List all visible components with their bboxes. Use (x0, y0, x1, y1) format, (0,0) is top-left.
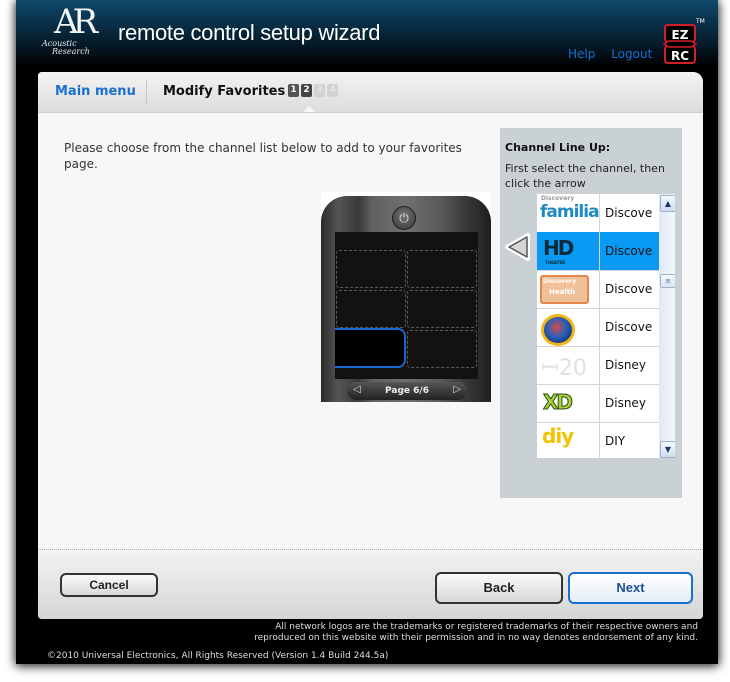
button-bar: Cancel Back Next (38, 550, 703, 619)
remote-body: ⏻ ◁ Page 6/6 ▷ (321, 196, 491, 402)
scroll-thumb[interactable]: ≡ (660, 274, 675, 288)
tab-main-menu[interactable]: Main menu (55, 84, 136, 99)
scroll-up-icon[interactable]: ▲ (660, 195, 675, 212)
favorite-slot-4[interactable] (407, 290, 477, 328)
step-indicator: 1 2 3 4 (288, 84, 338, 97)
favorite-slot-3[interactable] (336, 290, 406, 328)
channel-name: Disney (605, 358, 646, 372)
copyright-text: ©2010 Universal Electronics, All Rights … (47, 651, 389, 661)
ezrc-top-text: EZ (672, 28, 689, 42)
cancel-button[interactable]: Cancel (60, 573, 158, 597)
instructions-text: Please choose from the channel list belo… (64, 141, 462, 171)
channel-list-scrollbar[interactable]: ▲ ≡ ▼ (659, 194, 675, 458)
channel-logo: Discovery familia (537, 194, 600, 232)
channel-logo: XD (537, 384, 600, 422)
back-button[interactable]: Back (435, 572, 563, 604)
channel-row[interactable]: Discovery Health Discove (537, 270, 659, 309)
tab-modify-favorites: Modify Favorites (163, 84, 286, 99)
wizard-panel: Main menu Modify Favorites 1 2 3 4 Pleas… (38, 72, 703, 619)
left-arrow-icon[interactable] (504, 233, 532, 261)
step-1: 1 (288, 84, 299, 97)
favorite-slot-1[interactable] (336, 250, 406, 288)
logo-monogram: AR (54, 2, 98, 42)
channel-logo: ꟷ20 (537, 346, 600, 384)
app-window: AR Acoustic Research remote control setu… (16, 0, 718, 664)
step-2: 2 (301, 84, 312, 97)
tab-bar: Main menu Modify Favorites 1 2 3 4 (38, 72, 703, 113)
current-step-pointer (303, 106, 315, 112)
channel-name: Discove (605, 206, 653, 220)
favorite-slot-6[interactable] (407, 330, 477, 368)
channel-name: DIY (605, 434, 626, 448)
remote-preview: ⏻ ◁ Page 6/6 ▷ (321, 192, 491, 402)
lineup-title: Channel Line Up: (505, 141, 611, 154)
channel-name: Discove (605, 282, 653, 296)
acoustic-research-logo: AR Acoustic Research (42, 2, 114, 60)
ezrc-logo: EZ RC (663, 24, 697, 64)
favorite-slot-5[interactable] (335, 328, 406, 368)
next-page-icon[interactable]: ▷ (453, 384, 461, 395)
tab-divider (146, 80, 147, 104)
next-button[interactable]: Next (568, 572, 693, 604)
channel-row[interactable]: XD Disney (537, 384, 659, 423)
channel-name: Discove (605, 244, 653, 258)
channel-row[interactable]: Discovery familia Discove (537, 194, 659, 233)
trademark-mark: TM (696, 18, 705, 25)
step-4: 4 (327, 84, 338, 97)
channel-logo: Discovery Health (537, 270, 600, 308)
channel-name: Disney (605, 396, 646, 410)
channel-logo: diy (537, 422, 600, 458)
step-3: 3 (314, 84, 325, 97)
channel-lineup-panel: Channel Line Up: First select the channe… (500, 128, 682, 498)
channel-row[interactable]: diy DIY (537, 422, 659, 458)
legal-notice: All network logos are the trademarks or … (254, 622, 698, 643)
logout-link[interactable]: Logout (611, 47, 652, 61)
channel-logo (537, 308, 600, 346)
favorite-slot-2[interactable] (407, 250, 477, 288)
app-title: remote control setup wizard (118, 20, 381, 45)
help-link[interactable]: Help (568, 47, 595, 61)
channel-row[interactable]: ꟷ20 Disney (537, 346, 659, 385)
channel-logo: HD THEATER (537, 232, 600, 270)
channel-row[interactable]: Discove (537, 308, 659, 347)
ezrc-bottom-text: RC (671, 49, 689, 63)
page-navigator: ◁ Page 6/6 ▷ (347, 382, 467, 400)
scroll-down-icon[interactable]: ▼ (660, 441, 675, 458)
remote-screen (335, 232, 478, 379)
channel-row-selected[interactable]: HD THEATER Discove (537, 232, 659, 271)
power-icon: ⏻ (392, 206, 416, 230)
page-label: Page 6/6 (385, 386, 429, 396)
channel-name: Discove (605, 320, 653, 334)
lineup-hint: First select the channel, then click the… (505, 162, 665, 190)
logo-brand: Acoustic Research (42, 39, 90, 56)
channel-list: Discovery familia Discove HD THEATER Dis… (537, 194, 675, 458)
header-links: Help Logout (568, 47, 664, 61)
